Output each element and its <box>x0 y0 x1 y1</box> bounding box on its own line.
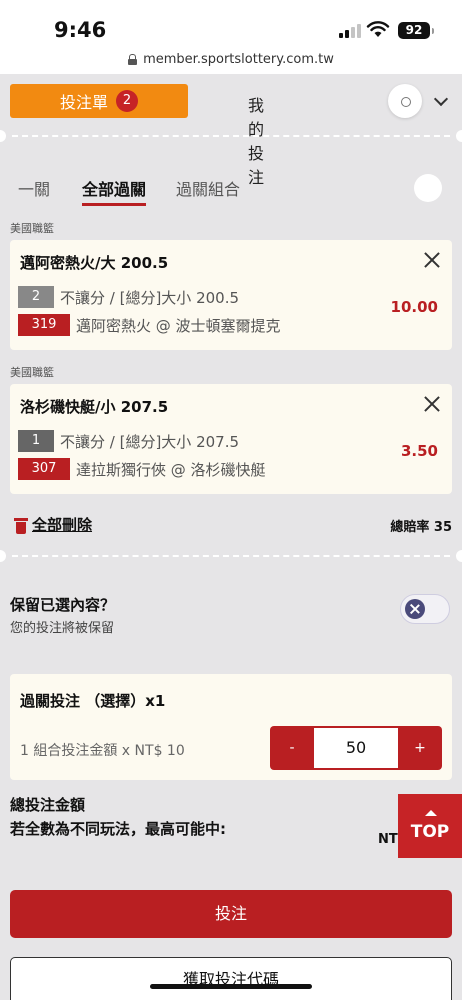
subtab-parlay-combo[interactable]: 過關組合 <box>176 176 240 200</box>
betslip-count-badge: 2 <box>116 90 138 112</box>
bet-market-row: 1 不讓分 / [總分]大小 207.5 <box>18 430 239 452</box>
bet-odds: 10.00 <box>390 298 438 316</box>
decrement-button[interactable]: - <box>270 726 314 770</box>
status-time: 9:46 <box>54 18 107 42</box>
tab-betslip-label: 投注單 <box>59 93 108 112</box>
parlay-title: 過關投注 （選擇）x1 <box>20 692 166 710</box>
close-icon[interactable] <box>424 396 440 412</box>
get-bet-code-button[interactable]: 獲取投注代碼 <box>10 957 452 1000</box>
chevron-down-icon[interactable] <box>433 91 449 107</box>
place-bet-button[interactable]: 投注 <box>10 890 452 938</box>
league-label: 美國職籃 <box>10 366 54 379</box>
subtab-single[interactable]: 一關 <box>18 176 50 200</box>
bet-number: 1 <box>18 430 54 452</box>
url-text: member.sportslottery.com.tw <box>143 51 334 67</box>
max-win-label: 若全數為不同玩法，最高可能中: <box>10 820 227 838</box>
subtab-all-parlay[interactable]: 全部過關 <box>82 176 147 206</box>
increment-button[interactable]: + <box>398 726 442 770</box>
bet-match: 邁阿密熱火 @ 波士頓塞爾提克 <box>76 316 281 335</box>
scroll-top-label: TOP <box>410 822 450 842</box>
league-label: 美國職籃 <box>10 222 54 235</box>
bet-title: 洛杉磯快艇/小 207.5 <box>20 398 169 416</box>
keep-selection-title: 保留已選內容？ <box>10 596 116 614</box>
keep-selection-toggle[interactable] <box>400 594 450 624</box>
delete-all-button[interactable]: 全部刪除 <box>14 514 92 535</box>
bet-match-row: 307 達拉斯獨行俠 @ 洛杉磯快艇 <box>18 458 266 480</box>
total-odds: 總賠率 35 <box>390 520 452 535</box>
bet-odds: 3.50 <box>400 442 438 460</box>
scroll-top-button[interactable]: TOP <box>398 794 462 858</box>
bet-market: 不讓分 / [總分]大小 200.5 <box>60 288 240 307</box>
battery-icon: 92 <box>398 22 434 39</box>
cellular-signal-icon <box>339 24 361 38</box>
tab-betslip[interactable]: 投注單 2 <box>10 84 188 118</box>
lock-icon <box>128 53 138 65</box>
trash-icon <box>14 516 28 534</box>
team-code: 307 <box>18 458 70 480</box>
team-code: 319 <box>18 314 70 336</box>
keep-selection-subtitle: 您的投注將被保留 <box>10 621 115 636</box>
parlay-card: 過關投注 （選擇）x1 1 組合投注金額 x NT$ 10 - 50 + <box>10 674 452 780</box>
arrow-up-icon <box>425 810 437 816</box>
amount-stepper: - 50 + <box>270 726 442 770</box>
bet-market: 不讓分 / [總分]大小 207.5 <box>60 432 240 451</box>
decorative-circle <box>414 174 442 202</box>
amount-input[interactable]: 50 <box>314 728 398 768</box>
bet-card: 洛杉磯快艇/小 207.5 1 不讓分 / [總分]大小 207.5 307 達… <box>10 384 452 494</box>
bet-match: 達拉斯獨行俠 @ 洛杉磯快艇 <box>76 460 266 479</box>
close-icon[interactable] <box>424 252 440 268</box>
total-bet-label: 總投注金額 <box>10 796 86 814</box>
settings-button[interactable] <box>388 84 422 118</box>
parlay-subtitle: 1 組合投注金額 x NT$ 10 <box>20 743 185 759</box>
wifi-icon <box>366 21 390 37</box>
toggle-off-icon <box>405 599 425 619</box>
divider <box>0 550 462 562</box>
bet-title: 邁阿密熱火/大 200.5 <box>20 254 169 272</box>
bet-market-row: 2 不讓分 / [總分]大小 200.5 <box>18 286 239 308</box>
max-win-currency: NT <box>378 832 398 847</box>
sub-tabs: 一關 全部過關 過關組合 <box>0 176 462 206</box>
bet-card: 邁阿密熱火/大 200.5 2 不讓分 / [總分]大小 200.5 319 邁… <box>10 240 452 350</box>
status-bar: 9:46 92 <box>0 0 462 44</box>
delete-all-label: 全部刪除 <box>32 516 93 534</box>
url-bar[interactable]: member.sportslottery.com.tw <box>0 44 462 74</box>
bet-match-row: 319 邁阿密熱火 @ 波士頓塞爾提克 <box>18 314 281 336</box>
home-indicator <box>150 984 312 989</box>
bet-number: 2 <box>18 286 54 308</box>
divider <box>0 130 462 142</box>
